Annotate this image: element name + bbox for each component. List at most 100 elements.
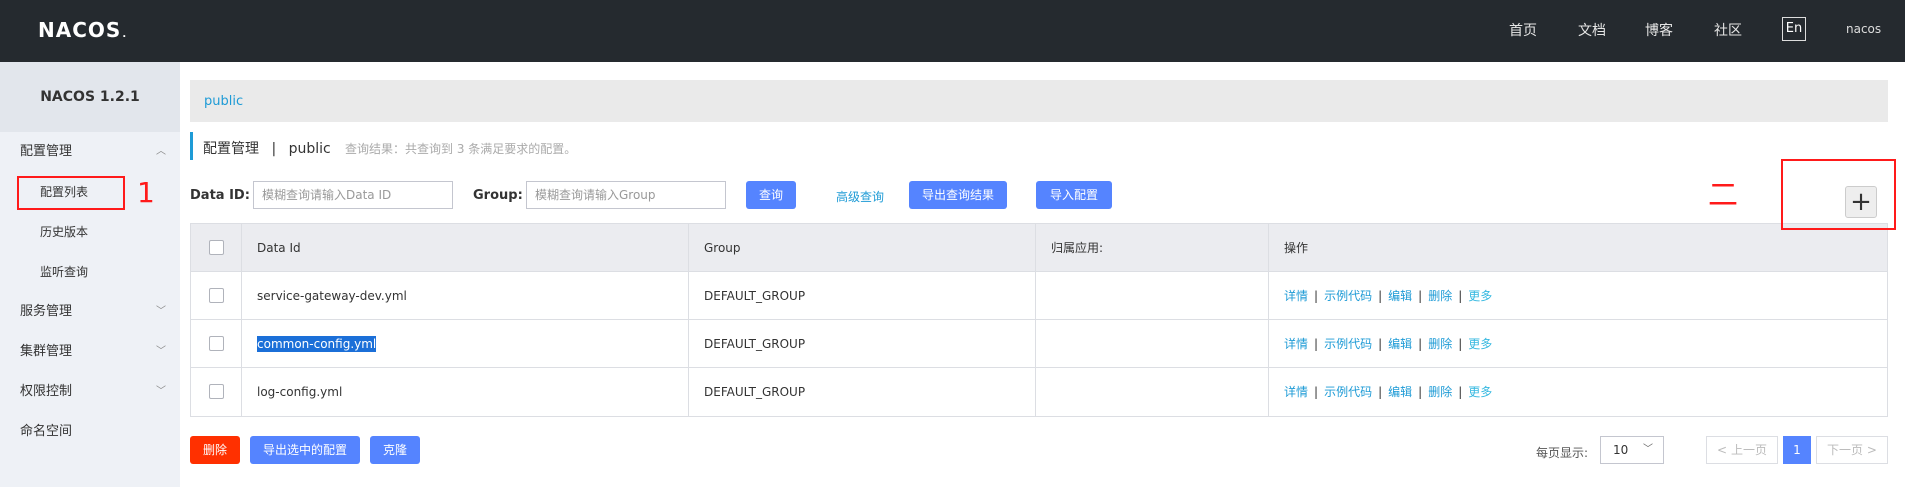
row-group: DEFAULT_GROUP <box>704 337 806 351</box>
column-divider <box>688 368 689 416</box>
annotation-box-add-button <box>1781 159 1896 230</box>
detail-link[interactable]: 详情 <box>1284 385 1308 399</box>
page-size-label: 每页显示: <box>1536 446 1589 460</box>
logo-mark: . <box>122 29 128 40</box>
select-all-checkbox[interactable] <box>209 240 224 255</box>
sidebar-item-listener-query[interactable]: 监听查询 <box>0 252 180 292</box>
bulk-delete-button[interactable]: 删除 <box>190 436 240 464</box>
nav-community[interactable]: 社区 <box>1714 20 1742 40</box>
more-link[interactable]: 更多 <box>1468 337 1492 351</box>
query-button[interactable]: 查询 <box>746 181 796 209</box>
delete-link[interactable]: 删除 <box>1428 385 1452 399</box>
column-divider <box>1035 320 1036 368</box>
chevron-down-icon: ﹀ <box>1643 444 1653 455</box>
row-operations: 详情 | 示例代码 | 编辑 | 删除 | 更多 <box>1284 337 1493 351</box>
row-group: DEFAULT_GROUP <box>704 289 806 303</box>
row-checkbox[interactable] <box>209 336 224 351</box>
sample-code-link[interactable]: 示例代码 <box>1324 385 1372 399</box>
clone-button[interactable]: 克隆 <box>370 436 420 464</box>
sample-code-link[interactable]: 示例代码 <box>1324 289 1372 303</box>
logo-text: NACOS <box>38 18 122 42</box>
sidebar-item-namespace[interactable]: 命名空间 <box>0 412 180 452</box>
sidebar-item-history[interactable]: 历史版本 <box>0 212 180 252</box>
column-divider <box>688 272 689 320</box>
edit-link[interactable]: 编辑 <box>1388 385 1412 399</box>
sidebar-item-permission-control[interactable]: 权限控制 ﹀ <box>0 372 180 412</box>
delete-link[interactable]: 删除 <box>1428 289 1452 303</box>
query-result-hint: 查询结果：共查询到 3 条满足要求的配置。 <box>345 142 577 156</box>
row-operations: 详情 | 示例代码 | 编辑 | 删除 | 更多 <box>1284 289 1493 303</box>
nav-blog[interactable]: 博客 <box>1645 20 1673 40</box>
column-divider <box>1035 224 1036 272</box>
column-divider <box>1268 368 1269 416</box>
sidebar-item-label: 权限控制 <box>20 384 73 399</box>
chevron-down-icon: ﹀ <box>156 306 166 317</box>
delete-link[interactable]: 删除 <box>1428 337 1452 351</box>
row-checkbox[interactable] <box>209 288 224 303</box>
column-divider <box>241 368 242 416</box>
import-config-button[interactable]: 导入配置 <box>1036 181 1112 209</box>
nav-docs[interactable]: 文档 <box>1578 20 1606 40</box>
annotation-mark-1: 1 <box>137 176 155 209</box>
more-link[interactable]: 更多 <box>1468 385 1492 399</box>
export-selected-button[interactable]: 导出选中的配置 <box>250 436 360 464</box>
annotation-mark-2: 二 <box>1708 178 1738 213</box>
edit-link[interactable]: 编辑 <box>1388 289 1412 303</box>
sidebar-item-service-management[interactable]: 服务管理 ﹀ <box>0 292 180 332</box>
sidebar-item-cluster-management[interactable]: 集群管理 ﹀ <box>0 332 180 372</box>
breadcrumb: public <box>190 80 1888 122</box>
sidebar-item-label: 配置管理 <box>20 144 73 159</box>
chevron-up-icon: ︿ <box>156 146 166 157</box>
table-row: service-gateway-dev.yml DEFAULT_GROUP 详情… <box>191 272 1887 320</box>
selected-text: common-config.yml <box>257 336 377 352</box>
group-search-input[interactable]: 模糊查询请输入Group <box>526 181 726 209</box>
export-results-button[interactable]: 导出查询结果 <box>909 181 1007 209</box>
chevron-down-icon: ﹀ <box>156 386 166 397</box>
advanced-query-link[interactable]: 高级查询 <box>836 188 884 205</box>
row-data-id: service-gateway-dev.yml <box>257 289 407 303</box>
column-header-app: 归属应用: <box>1051 241 1104 255</box>
column-divider <box>688 320 689 368</box>
sidebar-item-label: 监听查询 <box>40 265 89 279</box>
page-title: 配置管理 | public <box>203 138 331 158</box>
row-checkbox[interactable] <box>209 384 224 399</box>
page-size-select[interactable]: 10 ﹀ <box>1600 436 1664 464</box>
prev-page-button[interactable]: < 上一页 <box>1706 436 1778 464</box>
sidebar: NACOS 1.2.1 配置管理 ︿ 配置列表 历史版本 监听查询 服务管理 ﹀… <box>0 62 180 487</box>
page-1-button[interactable]: 1 <box>1783 436 1811 464</box>
row-data-id: common-config.yml <box>257 320 377 368</box>
detail-link[interactable]: 详情 <box>1284 289 1308 303</box>
sidebar-item-label: 历史版本 <box>40 225 89 239</box>
breadcrumb-namespace[interactable]: public <box>204 94 243 109</box>
more-link[interactable]: 更多 <box>1468 289 1492 303</box>
column-divider <box>1268 272 1269 320</box>
sidebar-item-label: 命名空间 <box>20 424 73 439</box>
column-divider <box>241 224 242 272</box>
dataid-search-input[interactable]: 模糊查询请输入Data ID <box>253 181 453 209</box>
nav-home[interactable]: 首页 <box>1509 20 1537 40</box>
column-header-operations: 操作 <box>1284 241 1309 255</box>
top-bar: NACOS. 首页 文档 博客 社区 En nacos <box>0 0 1905 62</box>
config-table: Data Id Group 归属应用: 操作 service-gateway-d… <box>190 223 1888 417</box>
page-title-text: 配置管理 <box>203 141 259 157</box>
row-operations: 详情 | 示例代码 | 编辑 | 删除 | 更多 <box>1284 385 1493 399</box>
column-divider <box>241 320 242 368</box>
group-label: Group: <box>473 188 523 203</box>
dataid-label: Data ID: <box>190 188 250 203</box>
edit-link[interactable]: 编辑 <box>1388 337 1412 351</box>
detail-link[interactable]: 详情 <box>1284 337 1308 351</box>
next-page-button[interactable]: 下一页 > <box>1816 436 1888 464</box>
sidebar-item-config-management[interactable]: 配置管理 ︿ <box>0 132 180 172</box>
user-name[interactable]: nacos <box>1846 22 1881 36</box>
language-toggle[interactable]: En <box>1782 17 1806 41</box>
page-namespace: public <box>288 141 331 157</box>
column-divider <box>1035 272 1036 320</box>
page-title-bar: 配置管理 | public 查询结果：共查询到 3 条满足要求的配置。 <box>190 132 576 160</box>
nacos-logo[interactable]: NACOS. <box>38 18 127 42</box>
version-label: NACOS 1.2.1 <box>0 62 180 132</box>
sample-code-link[interactable]: 示例代码 <box>1324 337 1372 351</box>
row-group: DEFAULT_GROUP <box>704 385 806 399</box>
table-row: log-config.yml DEFAULT_GROUP 详情 | 示例代码 | 编辑 |… <box>191 368 1887 416</box>
column-header-data-id: Data Id <box>257 241 301 255</box>
table-header-row: Data Id Group 归属应用: 操作 <box>191 224 1887 272</box>
